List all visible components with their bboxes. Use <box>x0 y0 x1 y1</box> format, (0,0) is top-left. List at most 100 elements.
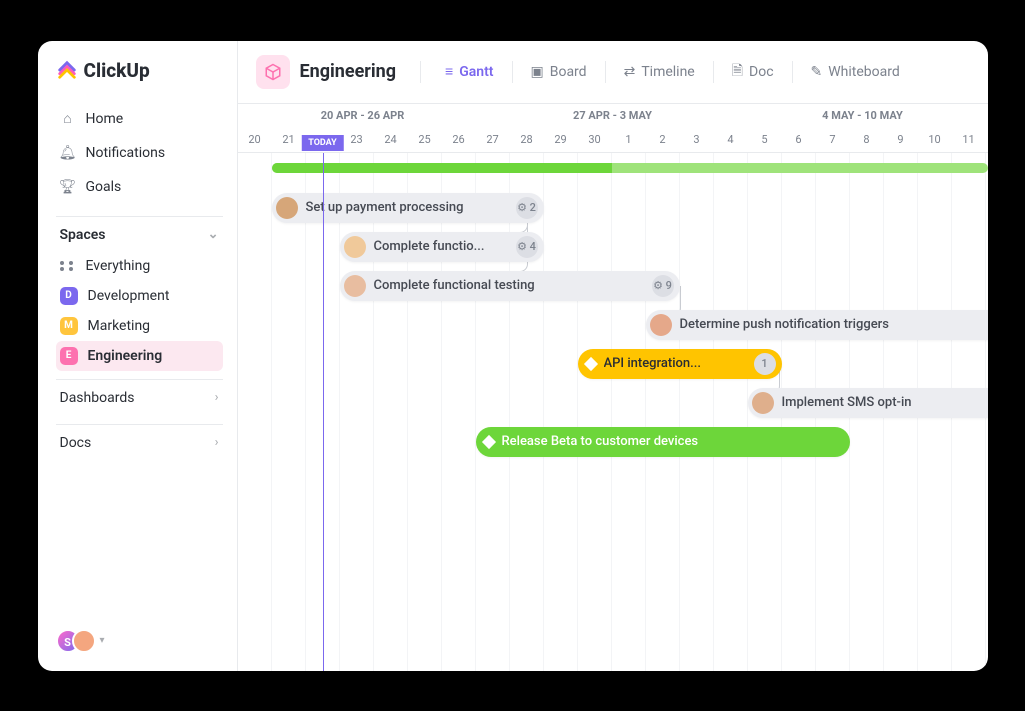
assignee-avatar <box>344 236 366 258</box>
task-name: Release Beta to customer devices <box>502 434 844 449</box>
assignee-avatar <box>650 314 672 336</box>
day-cell[interactable]: 6 <box>782 128 816 152</box>
view-board[interactable]: ▣Board <box>525 60 593 84</box>
sidebar: ClickUp ⌂Home 🔔︎Notifications 🏆︎Goals Sp… <box>38 41 238 671</box>
task-bar[interactable]: Implement SMS opt-in <box>748 388 988 418</box>
logo[interactable]: ClickUp <box>56 59 223 82</box>
sidebar-docs[interactable]: Docs › <box>56 424 223 461</box>
space-label: Engineering <box>88 348 163 364</box>
day-cell[interactable]: 8 <box>850 128 884 152</box>
milestone-icon <box>481 434 495 448</box>
day-cell[interactable]: 9 <box>884 128 918 152</box>
spaces-list: DDevelopment M Marketing E Engineering <box>56 281 223 371</box>
day-cell[interactable]: 10 <box>918 128 952 152</box>
subtask-count: ⚙ 4 <box>516 236 538 258</box>
view-timeline[interactable]: ⇄Timeline <box>618 60 701 84</box>
space-label: Marketing <box>88 318 151 334</box>
day-cell[interactable]: 23 <box>340 128 374 152</box>
sidebar-space-development[interactable]: DDevelopment <box>56 281 223 311</box>
divider <box>512 61 513 83</box>
nav-goals[interactable]: 🏆︎Goals <box>56 172 223 202</box>
milestone-icon <box>583 356 597 370</box>
task-name: Complete functional testing <box>374 278 644 293</box>
logo-icon <box>56 59 78 81</box>
member-avatar <box>72 629 96 653</box>
week-row: 20 APR - 26 APR27 APR - 3 MAY4 MAY - 10 … <box>238 104 988 128</box>
day-cell[interactable]: 29 <box>544 128 578 152</box>
space-icon <box>256 55 290 89</box>
gantt-icon: ≡ <box>445 63 453 80</box>
caret-down-icon: ▾ <box>100 635 105 646</box>
day-cell[interactable]: 5 <box>748 128 782 152</box>
sidebar-item-everything[interactable]: Everything <box>56 251 223 281</box>
day-cell[interactable]: 12 <box>986 128 988 152</box>
day-cell[interactable]: 11 <box>952 128 986 152</box>
gantt-area[interactable]: Set up payment processing⚙ 2 Complete fun… <box>238 153 988 671</box>
task-bar[interactable]: Release Beta to customer devices <box>476 427 850 457</box>
nav-primary: ⌂Home 🔔︎Notifications 🏆︎Goals <box>56 104 223 202</box>
bell-icon: 🔔︎ <box>60 145 76 161</box>
space-badge: D <box>60 287 78 305</box>
timeline-header: 20 APR - 26 APR27 APR - 3 MAY4 MAY - 10 … <box>238 104 988 153</box>
task-bar[interactable]: Complete functio... ⚙ 4 <box>340 232 544 262</box>
timeline-icon: ⇄ <box>624 64 636 80</box>
day-cell[interactable]: 3 <box>680 128 714 152</box>
view-doc[interactable]: 🗎Doc <box>726 56 780 88</box>
day-cell[interactable]: 2 <box>646 128 680 152</box>
week-label: 27 APR - 3 MAY <box>488 104 738 128</box>
day-cell[interactable]: 30 <box>578 128 612 152</box>
assignee-avatar <box>344 275 366 297</box>
day-cell[interactable]: 20 <box>238 128 272 152</box>
sidebar-dashboards[interactable]: Dashboards › <box>56 379 223 416</box>
grid-icon <box>60 258 76 274</box>
task-bar[interactable]: Set up payment processing⚙ 2 <box>272 193 544 223</box>
space-badge: E <box>60 347 78 365</box>
divider <box>420 61 421 83</box>
day-row: 2021222324252627282930123456789101112 <box>238 128 988 152</box>
overall-progress <box>272 163 988 173</box>
subtask-count: ⚙ 9 <box>652 275 674 297</box>
divider <box>792 61 793 83</box>
space-badge: M <box>60 317 78 335</box>
sidebar-space-marketing[interactable]: M Marketing <box>56 311 223 341</box>
sidebar-space-engineering[interactable]: E Engineering <box>56 341 223 371</box>
home-icon: ⌂ <box>60 111 76 127</box>
week-label: 20 APR - 26 APR <box>238 104 488 128</box>
day-cell[interactable]: 28 <box>510 128 544 152</box>
trophy-icon: 🏆︎ <box>60 179 76 195</box>
assignee-avatar <box>752 392 774 414</box>
today-line <box>323 153 324 671</box>
app-window: ClickUp ⌂Home 🔔︎Notifications 🏆︎Goals Sp… <box>38 41 988 671</box>
task-name: API integration... <box>604 356 746 371</box>
view-whiteboard[interactable]: ✎Whiteboard <box>805 60 906 84</box>
day-cell[interactable]: 25 <box>408 128 442 152</box>
app-name: ClickUp <box>84 59 150 82</box>
board-icon: ▣ <box>531 64 544 80</box>
spaces-header[interactable]: Spaces ⌄ <box>56 216 223 251</box>
task-name: Determine push notification triggers <box>680 317 984 332</box>
day-cell[interactable]: 1 <box>612 128 646 152</box>
chevron-down-icon: ⌄ <box>208 227 219 242</box>
day-cell[interactable]: 4 <box>714 128 748 152</box>
day-cell[interactable]: 24 <box>374 128 408 152</box>
main-pane: Engineering ≡Gantt▣Board⇄Timeline🗎Doc✎Wh… <box>238 41 988 671</box>
task-name: Complete functio... <box>374 239 508 254</box>
chevron-right-icon: › <box>215 435 219 450</box>
day-cell[interactable]: 27 <box>476 128 510 152</box>
nav-notifications[interactable]: 🔔︎Notifications <box>56 138 223 168</box>
doc-icon: 🗎 <box>732 60 743 84</box>
task-bar[interactable]: Determine push notification triggers⚙ 1 <box>646 310 988 340</box>
task-bar[interactable]: Complete functional testing ⚙ 9 <box>340 271 680 301</box>
divider <box>713 61 714 83</box>
view-gantt[interactable]: ≡Gantt <box>439 59 499 84</box>
day-cell[interactable]: 7 <box>816 128 850 152</box>
assignee-avatar <box>276 197 298 219</box>
nav-home[interactable]: ⌂Home <box>56 104 223 134</box>
task-name: Set up payment processing <box>306 200 508 215</box>
sidebar-user-area[interactable]: S ▾ <box>56 629 223 653</box>
divider <box>605 61 606 83</box>
day-cell[interactable]: 26 <box>442 128 476 152</box>
subtask-count: 1 <box>754 353 776 375</box>
whiteboard-icon: ✎ <box>811 64 823 80</box>
task-bar[interactable]: API integration... 1 <box>578 349 782 379</box>
